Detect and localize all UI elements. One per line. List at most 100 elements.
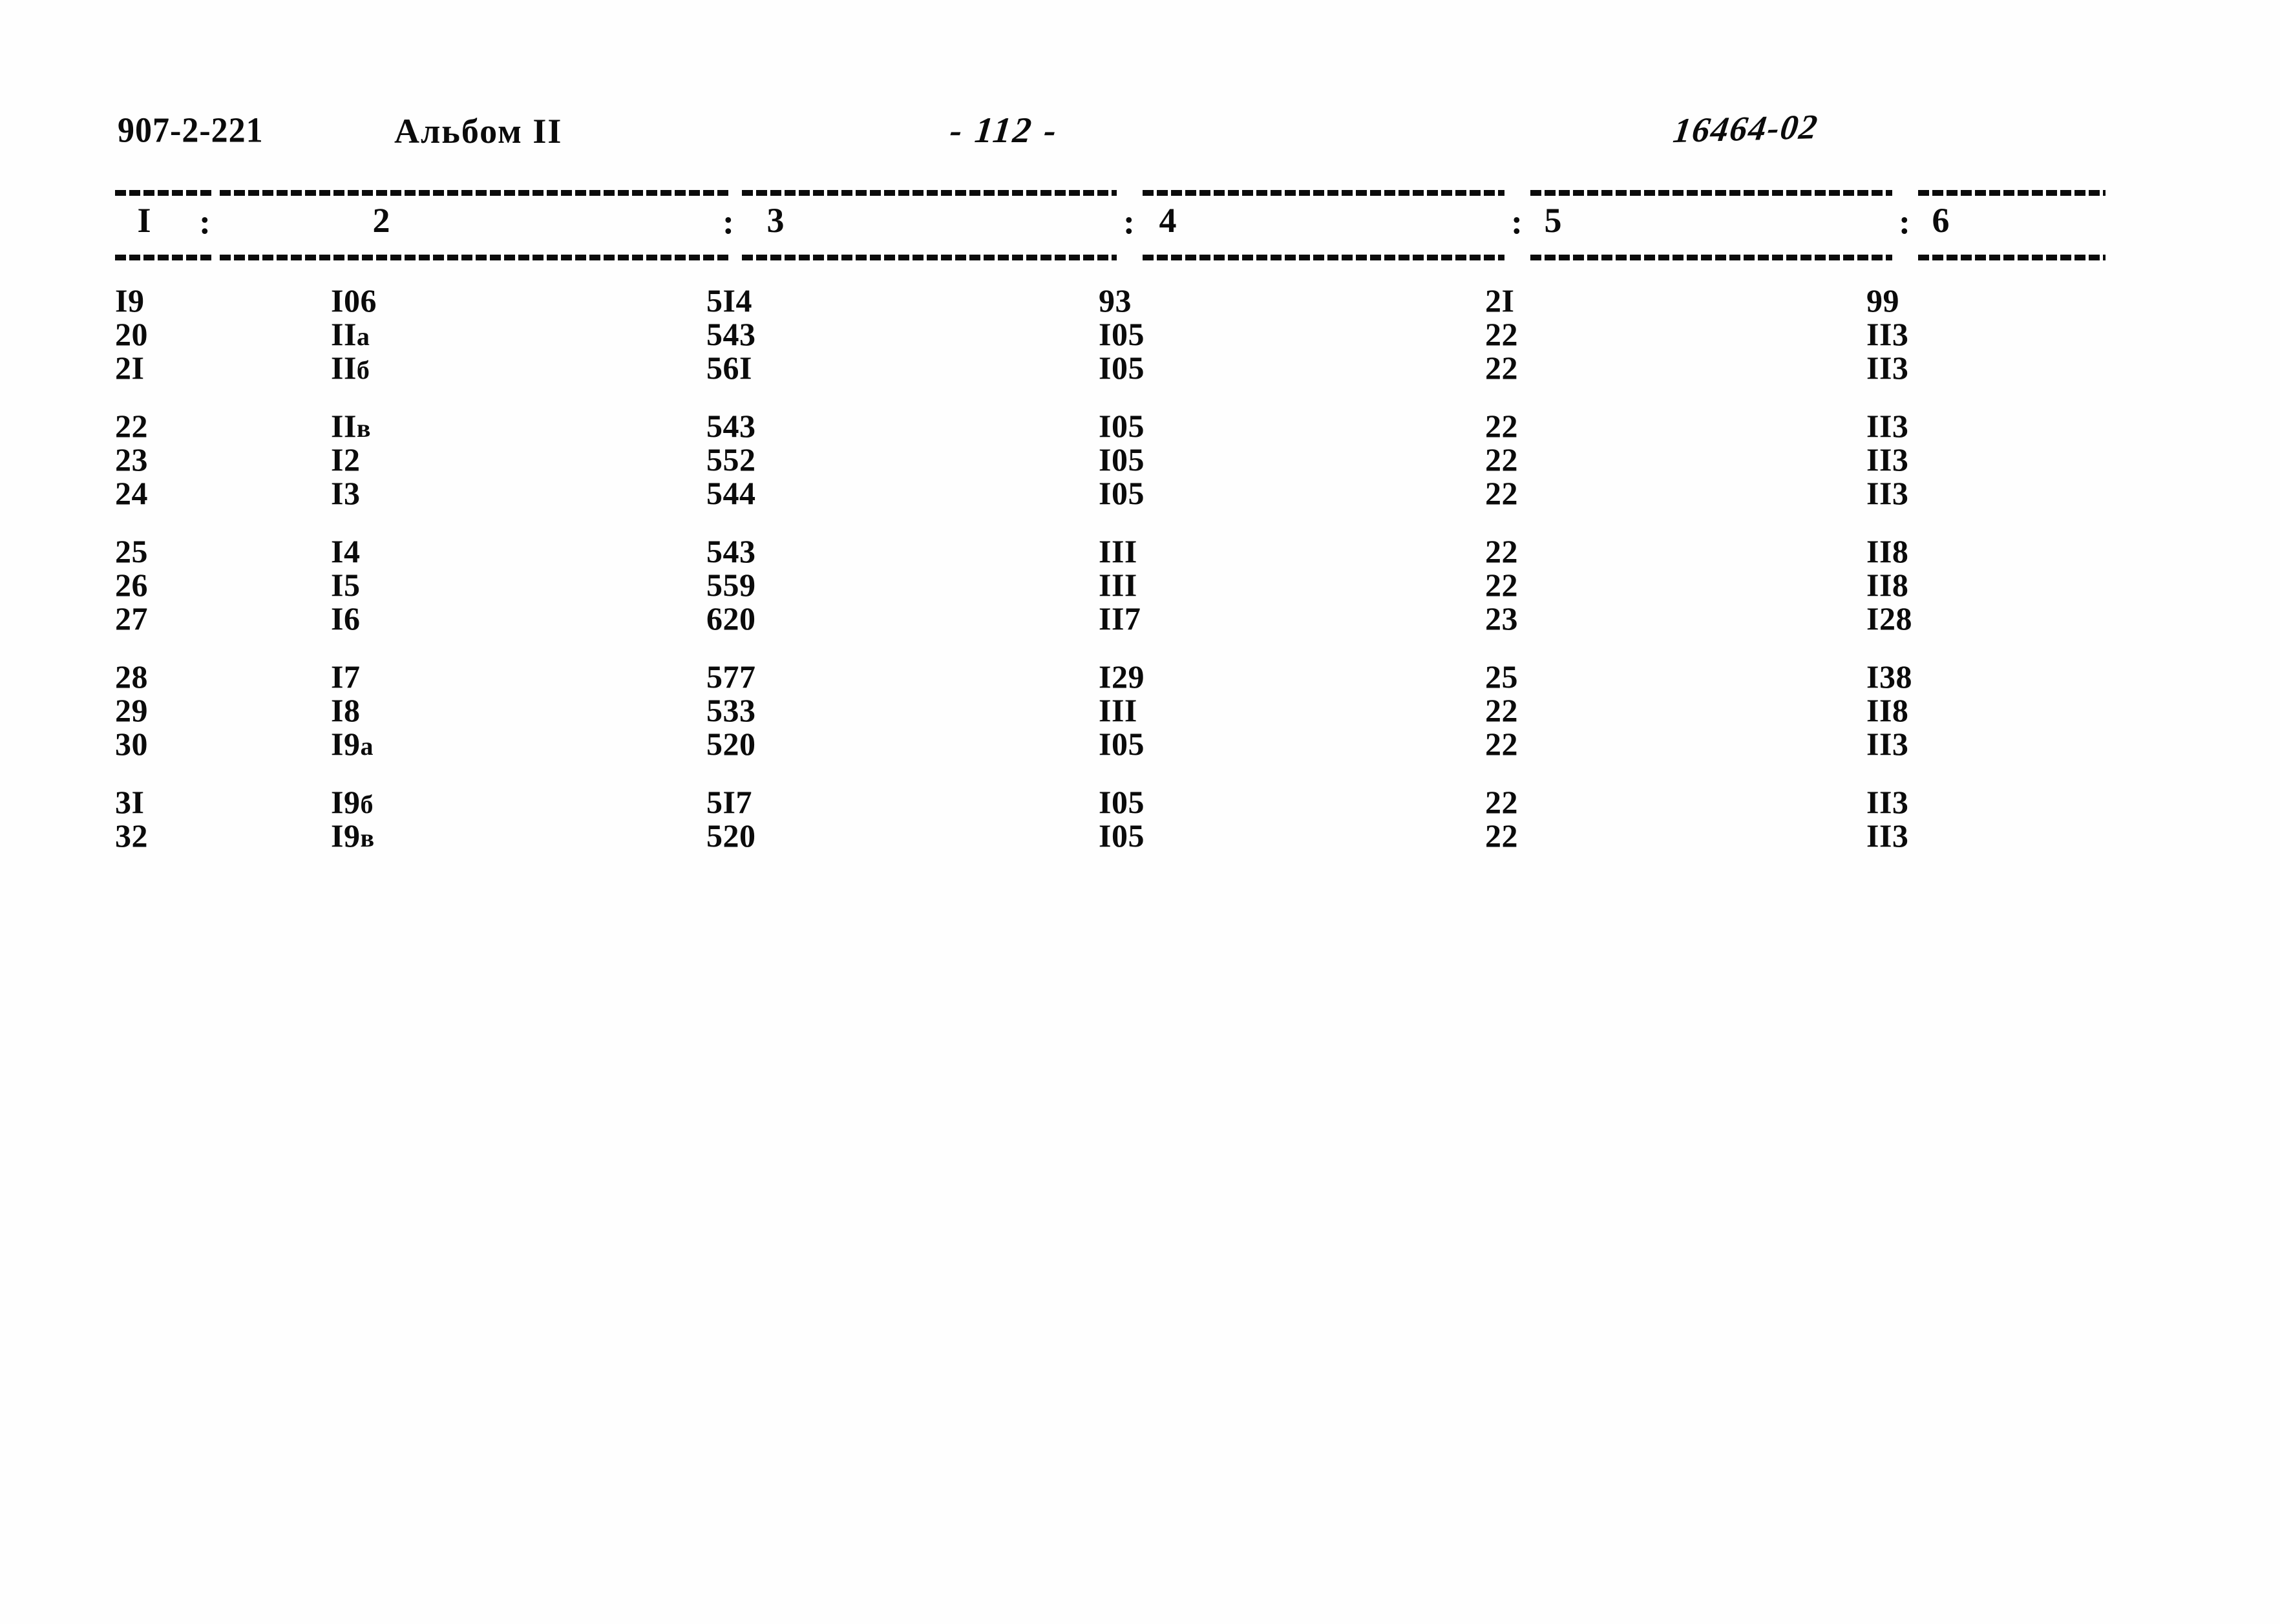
column-separator-colon: :: [199, 202, 211, 241]
table-cell-c5: 22: [1485, 408, 1518, 444]
column-header-2: 2: [372, 201, 390, 240]
table-row: 20 IIa 543 I05 22 II3: [0, 318, 2280, 352]
cell-suffix: в: [356, 414, 371, 443]
table-cell-c4: III: [1099, 533, 1137, 569]
table-cell-c4: I05: [1099, 316, 1145, 352]
table-cell-c4: 93: [1099, 282, 1132, 319]
table-cell-c3: 5I4: [706, 282, 752, 319]
table-cell-c5: 22: [1485, 475, 1518, 511]
table-row: 22 IIв 543 I05 22 II3: [0, 410, 2280, 443]
table-cell-c6: I38: [1866, 659, 1912, 695]
table-cell-c5: 22: [1485, 350, 1518, 386]
table-cell-c6: II3: [1866, 350, 1909, 386]
table-rule-top: [0, 187, 2280, 198]
column-header-6: 6: [1932, 201, 1950, 240]
table-cell-c1: 28: [115, 659, 148, 695]
table-column-header-row: I:2:3:4:5:6: [0, 198, 2280, 252]
table-cell-c4: I29: [1099, 659, 1145, 695]
table-row: 27 I6 620 II7 23 I28: [0, 602, 2280, 636]
table-cell-c4: II7: [1099, 600, 1141, 637]
rule-segment: [1918, 255, 2106, 260]
table-cell-c6: 99: [1866, 282, 1899, 319]
table-row-group: 22 IIв 543 I05 22 II3 23 I2 552 I05 22 II3 24 I3 544 I0…: [0, 410, 2280, 511]
table-cell-c2: I2: [331, 441, 361, 478]
table-cell-c2: I4: [331, 533, 361, 569]
table-row: 2I IIб 56I I05 22 II3: [0, 352, 2280, 385]
column-header-4: 4: [1159, 201, 1177, 240]
rule-segment: [1143, 255, 1504, 260]
rule-segment: [742, 255, 1117, 260]
table-cell-c1: 25: [115, 533, 148, 569]
table-row: 30 I9a 520 I05 22 II3: [0, 728, 2280, 761]
table-cell-c4: I05: [1099, 784, 1145, 820]
table-cell-c5: 22: [1485, 316, 1518, 352]
table-row: 28 I7 577 I29 25 I38: [0, 660, 2280, 694]
column-separator-colon: :: [1511, 202, 1523, 241]
cell-suffix: б: [356, 355, 370, 385]
table-cell-c2: I5: [331, 567, 361, 603]
rule-segment: [1530, 255, 1892, 260]
table-cell-c6: II3: [1866, 475, 1909, 511]
rule-segment: [1918, 190, 2106, 196]
rule-segment: [220, 255, 730, 260]
table-cell-c5: 23: [1485, 600, 1518, 637]
table-cell-c4: I05: [1099, 350, 1145, 386]
table-row: 29 I8 533 III 22 II8: [0, 694, 2280, 728]
table-cell-c6: II3: [1866, 817, 1909, 854]
table-cell-c3: 552: [706, 441, 756, 478]
table-cell-c5: 22: [1485, 817, 1518, 854]
table-cell-c5: 2I: [1485, 282, 1515, 319]
table-cell-c3: 559: [706, 567, 756, 603]
table-cell-c4: III: [1099, 692, 1137, 728]
table-row: 24 I3 544 I05 22 II3: [0, 477, 2280, 511]
table-cell-c3: 5I7: [706, 784, 752, 820]
table-cell-c1: 26: [115, 567, 148, 603]
table-cell-c1: 22: [115, 408, 148, 444]
table-cell-c1: 29: [115, 692, 148, 728]
rule-segment: [1143, 190, 1504, 196]
table-row: 32 I9в 520 I05 22 II3: [0, 819, 2280, 853]
table-cell-c4: I05: [1099, 408, 1145, 444]
table-cell-c6: II8: [1866, 567, 1909, 603]
table-cell-c6: II8: [1866, 692, 1909, 728]
table-cell-c1: 30: [115, 726, 148, 762]
table-cell-c3: 620: [706, 600, 756, 637]
table-row-group: 3I I9б 5I7 I05 22 II3 32 I9в 520 I05 22 II3: [0, 786, 2280, 853]
table-cell-c3: 56I: [706, 350, 752, 386]
rule-segment: [1530, 190, 1892, 196]
table-cell-c3: 520: [706, 726, 756, 762]
table-cell-c2: I6: [331, 600, 361, 637]
rule-segment: [115, 255, 212, 260]
table-cell-c3: 577: [706, 659, 756, 695]
sheet-code-handwritten: 16464-02: [1671, 107, 1821, 151]
table-cell-c1: I9: [115, 282, 145, 319]
table-cell-c4: I05: [1099, 441, 1145, 478]
table-row-group: I9 I06 5I4 93 2I 99 20 IIa 543 I05 22 II3 2I IIб 56I I0…: [0, 284, 2280, 385]
table-cell-c1: 3I: [115, 784, 145, 820]
table-cell-c5: 25: [1485, 659, 1518, 695]
table-cell-c3: 543: [706, 316, 756, 352]
cell-suffix: a: [360, 732, 374, 761]
table-cell-c1: 32: [115, 817, 148, 854]
table-cell-c4: III: [1099, 567, 1137, 603]
table-row: 25 I4 543 III 22 II8: [0, 535, 2280, 569]
table-row: 26 I5 559 III 22 II8: [0, 569, 2280, 602]
table-cell-c2: IIб: [331, 350, 370, 386]
document-number: 907-2-221: [118, 111, 264, 151]
rule-segment: [220, 190, 730, 196]
data-table: I:2:3:4:5:6 I9 I06 5I4 93 2I 99 20 IIa 543 I05 22 I…: [0, 187, 2280, 878]
table-cell-c2: I9a: [331, 726, 374, 762]
table-cell-c2: IIa: [331, 316, 370, 352]
table-cell-c4: I05: [1099, 817, 1145, 854]
table-body: I9 I06 5I4 93 2I 99 20 IIa 543 I05 22 II3 2I IIб 56I I0…: [0, 284, 2280, 853]
table-cell-c2: I7: [331, 659, 361, 695]
column-separator-colon: :: [723, 202, 734, 241]
table-row-group: 25 I4 543 III 22 II8 26 I5 559 III 22 II8 27 I6 620 II7…: [0, 535, 2280, 636]
table-cell-c2: I9б: [331, 784, 374, 820]
table-cell-c3: 543: [706, 533, 756, 569]
table-cell-c5: 22: [1485, 784, 1518, 820]
table-cell-c6: II8: [1866, 533, 1909, 569]
table-cell-c5: 22: [1485, 692, 1518, 728]
album-label: Альбом II: [394, 112, 563, 151]
table-row: 23 I2 552 I05 22 II3: [0, 443, 2280, 477]
